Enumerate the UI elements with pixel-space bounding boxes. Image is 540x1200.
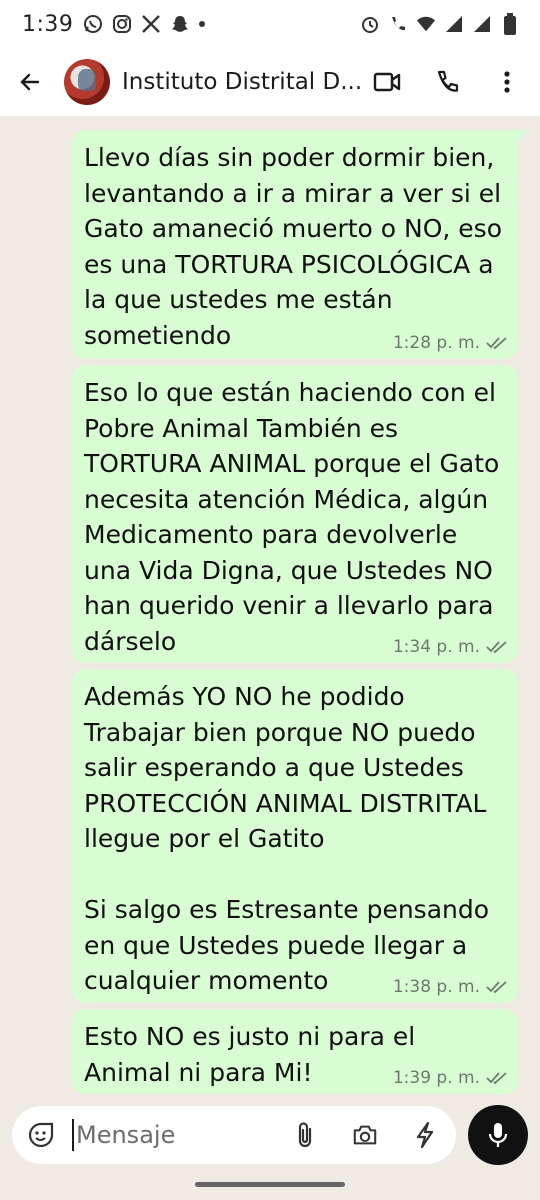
navigation-handle[interactable] <box>195 1182 345 1187</box>
header-actions <box>372 67 528 97</box>
more-vert-icon[interactable] <box>492 67 522 97</box>
x-icon <box>141 14 161 34</box>
contact-name[interactable]: Instituto Distrital D... <box>122 69 372 95</box>
message-text: Además YO NO he podido Trabajar bien por… <box>84 682 490 995</box>
status-bar: 1:39 <box>0 0 540 48</box>
composer-actions <box>292 1121 438 1149</box>
message-bubble[interactable]: Además YO NO he podido Trabajar bien por… <box>72 669 518 1003</box>
phone-icon[interactable] <box>432 67 462 97</box>
signal-icon <box>472 14 492 34</box>
text-cursor <box>72 1119 74 1151</box>
battery-icon <box>500 13 520 35</box>
sticker-icon[interactable] <box>26 1120 56 1150</box>
message-time: 1:38 p. m. <box>392 977 480 997</box>
read-ticks-icon <box>486 1072 507 1085</box>
message-time: 1:28 p. m. <box>392 333 480 353</box>
wifi-icon <box>416 14 436 34</box>
dot-icon <box>199 21 206 27</box>
instagram-icon <box>112 14 132 34</box>
composer <box>0 1100 540 1170</box>
alarm-icon <box>360 14 380 34</box>
wifi-call-icon <box>388 14 408 34</box>
status-time: 1:39 <box>22 11 74 37</box>
snapchat-icon <box>170 14 190 34</box>
avatar[interactable] <box>64 59 110 105</box>
message-text: Eso lo que están haciendo con el Pobre A… <box>84 378 508 656</box>
message-text: Esto NO es justo ni para el Animal ni pa… <box>84 1022 424 1087</box>
message-input[interactable] <box>76 1121 276 1149</box>
message-bubble[interactable]: Esto NO es justo ni para el Animal ni pa… <box>72 1009 518 1094</box>
signal-icon <box>444 14 464 34</box>
arrow-left-icon[interactable] <box>10 62 50 102</box>
message-list[interactable]: Llevo días sin poder dormir bien, levant… <box>0 116 540 1100</box>
message-bubble[interactable]: Eso lo que están haciendo con el Pobre A… <box>72 365 518 663</box>
status-notification-icons <box>83 14 206 34</box>
message-text: Llevo días sin poder dormir bien, levant… <box>84 143 510 350</box>
bolt-icon[interactable] <box>412 1121 438 1149</box>
read-ticks-icon <box>486 641 507 654</box>
message-input-pill[interactable] <box>12 1106 457 1164</box>
camera-icon[interactable] <box>352 1122 378 1148</box>
chat-header: Instituto Distrital D... <box>0 48 540 116</box>
message-time: 1:34 p. m. <box>392 637 480 657</box>
message-meta: 1:34 p. m. <box>393 637 508 657</box>
message-meta: 1:28 p. m. <box>393 333 508 353</box>
read-ticks-icon <box>486 981 507 994</box>
whatsapp-icon <box>83 14 103 34</box>
read-ticks-icon <box>486 337 507 350</box>
video-call-icon[interactable] <box>372 67 402 97</box>
status-system-icons <box>360 13 520 35</box>
mic-icon[interactable] <box>468 1105 528 1165</box>
message-bubble[interactable]: Llevo días sin poder dormir bien, levant… <box>72 130 528 359</box>
message-meta: 1:38 p. m. <box>393 977 508 997</box>
message-time: 1:39 p. m. <box>392 1068 480 1088</box>
attach-icon[interactable] <box>292 1122 318 1148</box>
message-meta: 1:39 p. m. <box>393 1068 508 1088</box>
